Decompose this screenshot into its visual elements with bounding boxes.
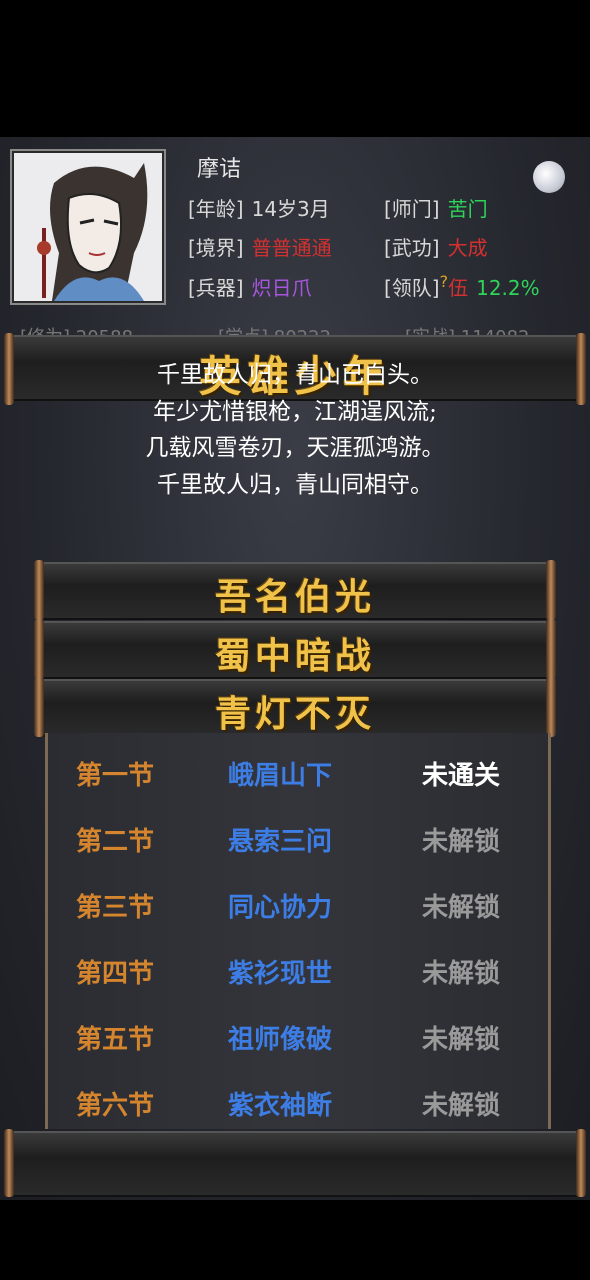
poem-line: 千里故人归，青山同相守。 [157,471,433,498]
section-number: 第五节 [76,1025,155,1055]
team-value: 伍 [448,276,469,300]
section-number: 第一节 [76,761,155,791]
realm-value: 普普通通 [251,236,332,260]
section-row[interactable]: 第三节 同心协力 未解锁 [48,881,548,931]
age-value: 14岁3月 [251,197,330,221]
scroll-roller-right [546,619,556,679]
team-label: [领队] [384,276,440,300]
chapter-title: 青灯不灭 [214,693,375,735]
poem-line: 年少尤惜银枪，江湖逞风流; [153,398,437,425]
section-row[interactable]: 第六节 紫衣袖断 未解锁 [48,1079,548,1129]
age-label: [年龄] [188,197,244,221]
section-name: 紫衣袖断 [228,1091,333,1121]
scroll-roller-right [546,560,556,620]
chapter-banner-3[interactable]: 青灯不灭 [44,679,546,737]
section-number: 第六节 [76,1091,155,1121]
age-stat: [年龄] 14岁3月 [188,193,330,222]
poem-line: 几载风雪卷刃，天涯孤鸿游。 [145,435,445,461]
section-status: 未解锁 [422,1025,501,1055]
question-icon[interactable]: ? [440,272,449,291]
section-row[interactable]: 第五节 祖师像破 未解锁 [48,1013,548,1063]
section-status: 未解锁 [422,827,501,857]
sect-label: [师门] [384,197,440,221]
scroll-roller-left [34,677,44,737]
martial-value: 大成 [447,236,488,260]
section-name: 峨眉山下 [228,761,333,791]
section-status: 未解锁 [422,959,501,989]
character-name: 摩诘 [197,157,242,182]
scroll-roller-left [34,560,44,620]
section-number: 第三节 [76,893,155,923]
section-number: 第四节 [76,959,155,989]
section-list: 第一节 峨眉山下 未通关 第二节 悬索三问 未解锁 第三节 同心协力 未解锁 第… [45,733,551,1129]
sect-value: 苦门 [447,197,488,221]
moon-icon[interactable] [533,161,565,193]
section-row[interactable]: 第四节 紫衫现世 未解锁 [48,947,548,997]
chapter-title: 吾名伯光 [214,576,375,618]
chapter-title: 蜀中暗战 [214,635,375,677]
scroll-roller-left [34,619,44,679]
scroll-roller-left [4,1129,14,1197]
poem-line: 千里故人归，青山已白头。 [157,362,433,388]
section-row[interactable]: 第二节 悬索三问 未解锁 [48,815,548,865]
chapter-banner-2[interactable]: 蜀中暗战 [44,621,546,679]
team-percent: 12.2% [476,276,540,300]
character-portrait[interactable] [12,151,164,303]
section-name: 悬索三问 [228,827,333,857]
section-name: 同心协力 [228,893,333,923]
scroll-roller-right [576,1129,586,1197]
section-name: 祖师像破 [228,1025,333,1055]
realm-label: [境界] [188,236,244,260]
section-number: 第二节 [76,827,155,857]
realm-stat: [境界] 普普通通 [188,232,332,261]
section-status: 未解锁 [422,893,501,923]
weapon-stat: [兵器] 炽日爪 [188,272,312,301]
section-status: 未通关 [422,761,501,791]
sect-stat: [师门] 苦门 [384,193,488,222]
chapter-banner-1[interactable]: 吾名伯光 [44,562,546,620]
scroll-roller-right [546,677,556,737]
book-bottom-banner [14,1131,576,1197]
book-poem: 千里故人归，青山已白头。 年少尤惜银枪，江湖逞风流; 几载风雪卷刃，天涯孤鸿游。… [0,357,590,503]
weapon-label: [兵器] [188,276,244,300]
martial-stat: [武功] 大成 [384,232,488,261]
game-screen: 摩诘 [年龄] 14岁3月 [师门] 苦门 [境界] 普普通通 [武功] 大成 [兵器]… [0,137,590,1200]
martial-label: [武功] [384,236,440,260]
weapon-value: 炽日爪 [251,276,312,300]
section-name: 紫衫现世 [228,959,333,989]
section-status: 未解锁 [422,1091,501,1121]
character-header: 摩诘 [年龄] 14岁3月 [师门] 苦门 [境界] 普普通通 [武功] 大成 [兵器]… [0,137,590,348]
team-stat: [领队]?伍 12.2% [384,272,540,301]
section-row[interactable]: 第一节 峨眉山下 未通关 [48,749,548,799]
